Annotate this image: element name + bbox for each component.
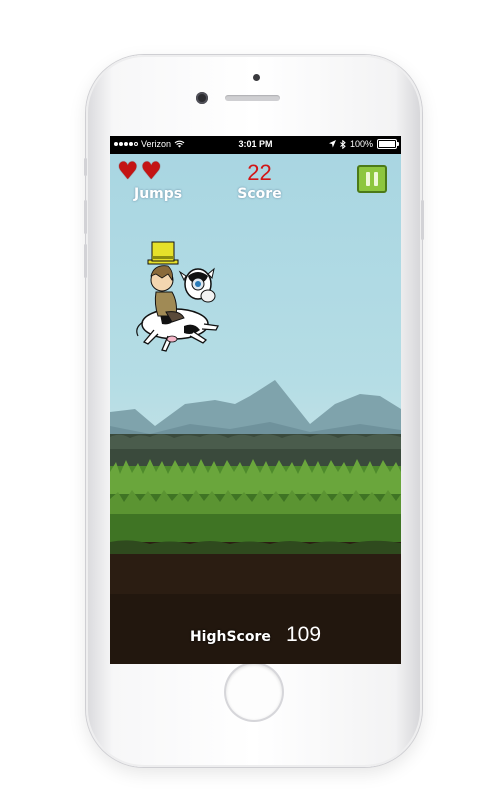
status-bar: Verizon 3:01 PM 100% bbox=[110, 136, 401, 154]
mute-switch bbox=[84, 158, 87, 176]
earpiece-speaker bbox=[225, 95, 280, 101]
proximity-sensor bbox=[253, 74, 260, 81]
volume-down-button bbox=[84, 244, 87, 278]
highscore-label: HighScore bbox=[189, 629, 271, 645]
pause-icon bbox=[366, 172, 370, 186]
front-camera bbox=[196, 92, 208, 104]
volume-up-button bbox=[84, 200, 87, 234]
highscore: HighScore 109 bbox=[110, 623, 401, 647]
battery-percent: 100% bbox=[349, 139, 373, 149]
bluetooth-icon bbox=[340, 139, 346, 149]
game-canvas[interactable]: ♥ ♥ Jumps 22 Score HighScore 109 bbox=[110, 154, 401, 664]
game-scene bbox=[110, 241, 401, 664]
pause-button[interactable] bbox=[357, 165, 387, 193]
screen: Verizon 3:01 PM 100% ♥ ♥ Jumps 22 Score … bbox=[110, 136, 401, 664]
power-button bbox=[421, 200, 424, 240]
home-button[interactable] bbox=[226, 664, 282, 720]
highscore-value: 109 bbox=[285, 623, 322, 646]
battery-icon bbox=[377, 139, 399, 149]
player-character bbox=[136, 241, 219, 352]
location-arrow-icon bbox=[328, 140, 336, 148]
